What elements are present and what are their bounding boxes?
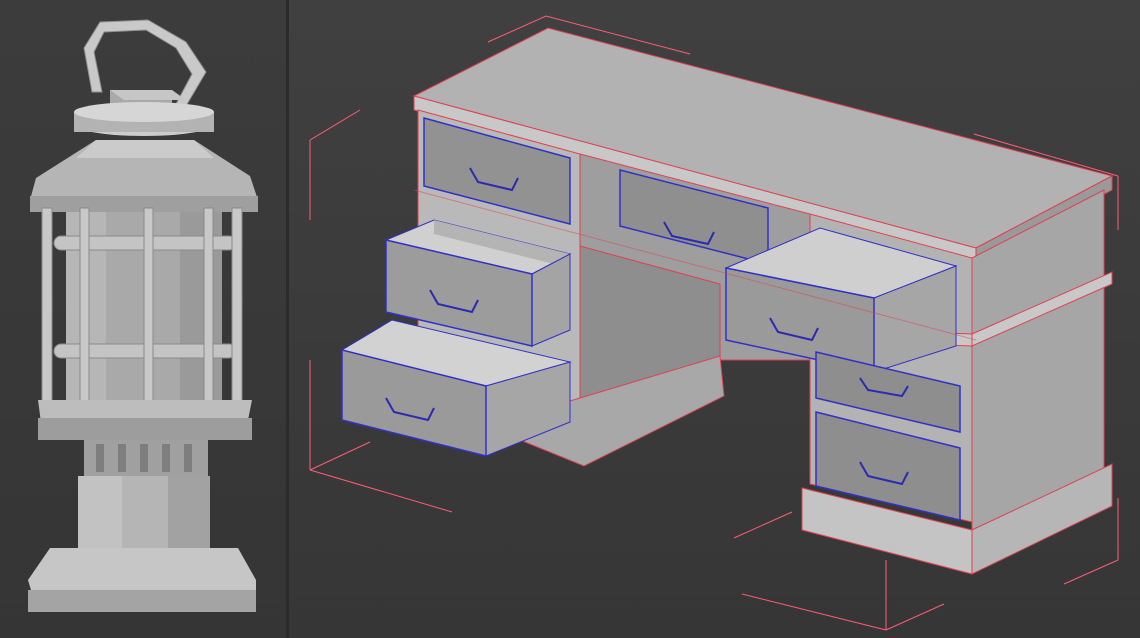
viewport-left[interactable] xyxy=(0,0,286,638)
desk-model[interactable] xyxy=(289,0,1140,638)
lantern-model xyxy=(28,19,258,612)
viewport-layout xyxy=(0,0,1140,638)
viewport-right[interactable] xyxy=(289,0,1140,638)
